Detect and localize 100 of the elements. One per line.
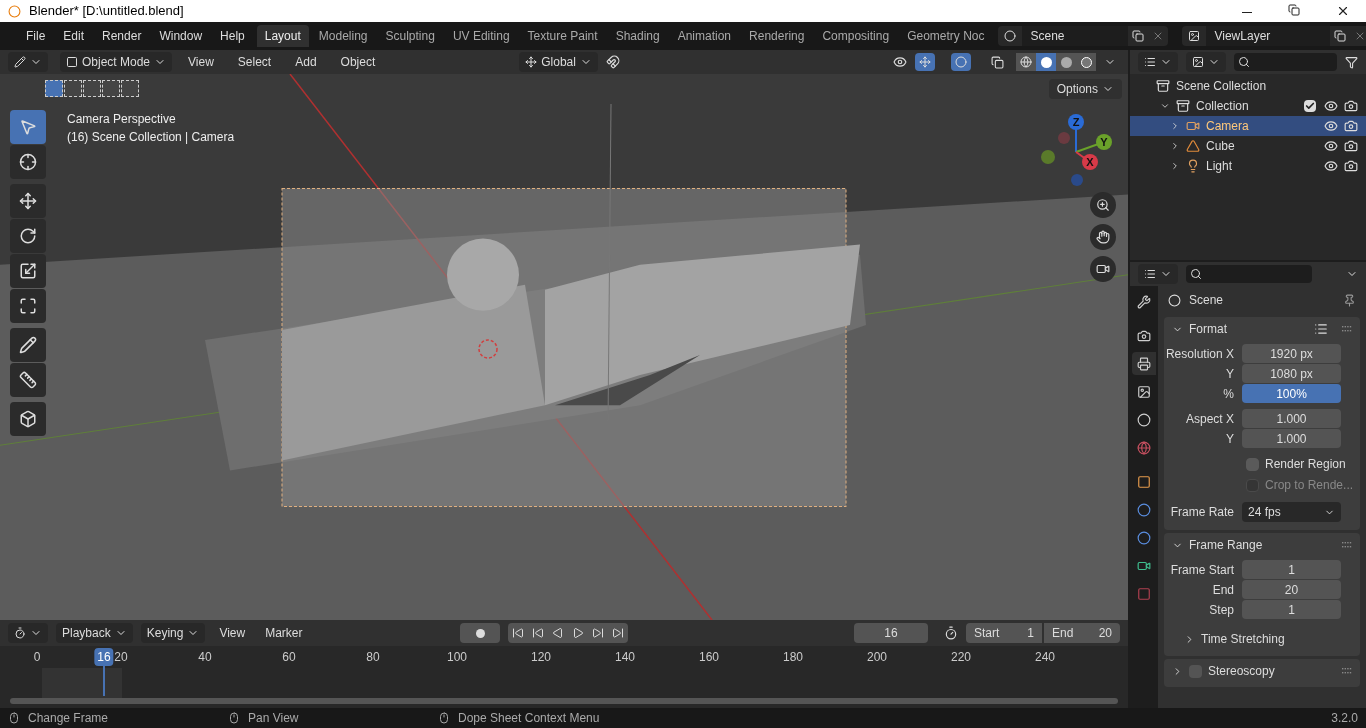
- menu-item[interactable]: Marker: [259, 624, 309, 642]
- jump-start-icon[interactable]: [512, 627, 524, 639]
- editor-type-dropdown[interactable]: [1138, 264, 1178, 284]
- outliner-row[interactable]: Camera: [1130, 116, 1366, 136]
- menu-item[interactable]: Edit: [55, 27, 93, 45]
- current-frame-field[interactable]: 16: [854, 623, 928, 643]
- record-button[interactable]: [460, 623, 500, 643]
- menu-item[interactable]: Window: [151, 27, 211, 45]
- pin-icon[interactable]: [1343, 293, 1356, 307]
- number-field[interactable]: 1.000: [1242, 429, 1341, 448]
- restore-icon[interactable]: [1288, 4, 1300, 16]
- workspace-tab[interactable]: UV Editing: [444, 25, 518, 47]
- end-frame-field[interactable]: End 20: [1044, 623, 1120, 643]
- workspace-tab[interactable]: Modeling: [310, 25, 376, 47]
- panel-title[interactable]: Stereoscopy: [1208, 662, 1275, 680]
- menu-item[interactable]: Help: [212, 27, 253, 45]
- viewport[interactable]: Options Camera Perspective (16) Scene Collection | Camera Z Y X: [0, 74, 1128, 620]
- number-field[interactable]: 1: [1242, 600, 1341, 619]
- camera-icon[interactable]: [1344, 119, 1358, 133]
- filter-dropdown[interactable]: [1186, 52, 1226, 72]
- workspace-tab[interactable]: Geometry Noc: [899, 25, 993, 47]
- camera-icon[interactable]: [1344, 159, 1358, 173]
- filter-icon[interactable]: [1345, 55, 1358, 69]
- menu-item[interactable]: Render: [94, 27, 150, 45]
- menu-item[interactable]: Select: [229, 53, 280, 71]
- drag-handle-icon[interactable]: [1342, 326, 1352, 332]
- duplicate-icon[interactable]: [1334, 30, 1347, 42]
- duplicate-icon[interactable]: [1132, 30, 1145, 42]
- workspace-tab[interactable]: Rendering: [741, 25, 813, 47]
- magnet-icon[interactable]: [605, 55, 620, 69]
- options-dropdown[interactable]: Options: [1048, 79, 1122, 99]
- menu-item[interactable]: File: [18, 27, 54, 45]
- checkbox[interactable]: [1246, 457, 1259, 471]
- shading-button[interactable]: [1076, 53, 1096, 71]
- select-mode-button[interactable]: [102, 80, 120, 97]
- outliner-row[interactable]: Scene Collection: [1130, 76, 1366, 96]
- menu-item[interactable]: Object: [332, 53, 384, 71]
- workspace-tab[interactable]: Texture Paint: [519, 25, 606, 47]
- outliner-row[interactable]: Cube: [1130, 136, 1366, 156]
- panel-title[interactable]: Frame Range: [1189, 536, 1263, 554]
- shading-button[interactable]: [1036, 53, 1056, 71]
- number-field[interactable]: 100%: [1242, 384, 1341, 403]
- number-field[interactable]: 1: [1242, 560, 1341, 579]
- number-field[interactable]: 20: [1242, 580, 1341, 599]
- camera-icon[interactable]: [1344, 99, 1358, 113]
- number-field[interactable]: 1.000: [1242, 409, 1341, 428]
- workspace-tab[interactable]: Sculpting: [377, 25, 443, 47]
- panel-title[interactable]: Format: [1189, 320, 1227, 338]
- play-icon[interactable]: [572, 627, 584, 639]
- menu-item[interactable]: View: [213, 624, 252, 642]
- eye-icon[interactable]: [893, 55, 907, 69]
- menu-item[interactable]: View: [180, 53, 222, 71]
- start-frame-field[interactable]: Start 1: [966, 623, 1042, 643]
- select-mode-button[interactable]: [45, 80, 63, 97]
- shading-button[interactable]: [1056, 53, 1076, 71]
- tool-button[interactable]: [10, 145, 46, 179]
- number-field[interactable]: 1920 px: [1242, 344, 1341, 363]
- search-field[interactable]: [1234, 53, 1337, 71]
- play-reverse-icon[interactable]: [552, 627, 564, 639]
- stopwatch-icon[interactable]: [944, 626, 958, 640]
- drag-handle-icon[interactable]: [1342, 542, 1352, 548]
- menu-dropdown[interactable]: Playback: [56, 623, 133, 643]
- menu-item[interactable]: Add: [287, 53, 325, 71]
- shading-button[interactable]: [1016, 53, 1036, 71]
- close-icon[interactable]: [1336, 4, 1350, 18]
- overlay-toggle[interactable]: [951, 53, 971, 71]
- mode-dropdown[interactable]: Object Mode: [60, 52, 173, 72]
- scrollbar[interactable]: [10, 698, 1118, 704]
- select-mode-button[interactable]: [121, 80, 139, 97]
- workspace-tab[interactable]: Compositing: [814, 25, 898, 47]
- next-key-icon[interactable]: [592, 627, 604, 639]
- tool-button[interactable]: [10, 363, 46, 397]
- outliner-row[interactable]: Collection: [1130, 96, 1366, 116]
- view-layer-selector[interactable]: ViewLayer: [1182, 26, 1366, 46]
- gizmo-toggle[interactable]: [915, 53, 935, 71]
- number-field[interactable]: 1080 px: [1242, 364, 1341, 383]
- camera-icon[interactable]: [1344, 139, 1358, 153]
- menu-dropdown[interactable]: Keying: [140, 623, 206, 643]
- checkbox[interactable]: [1304, 100, 1316, 112]
- workspace-tab[interactable]: Shading: [607, 25, 668, 47]
- workspace-tab[interactable]: Layout: [256, 25, 309, 47]
- editor-type-dropdown[interactable]: [8, 623, 48, 643]
- properties-tab[interactable]: [1132, 352, 1156, 375]
- scene-selector[interactable]: Scene: [998, 26, 1169, 46]
- search-field[interactable]: [1186, 265, 1312, 283]
- axis-gizmo[interactable]: [1041, 114, 1112, 186]
- tool-button[interactable]: [10, 289, 46, 323]
- workspace-tab[interactable]: Animation: [669, 25, 740, 47]
- tool-button[interactable]: [10, 254, 46, 288]
- select-mode-button[interactable]: [83, 80, 101, 97]
- eye-icon[interactable]: [1324, 139, 1338, 153]
- display-mode-dropdown[interactable]: [1138, 52, 1178, 72]
- orientation-dropdown[interactable]: Global: [519, 52, 598, 72]
- playhead[interactable]: 16: [94, 648, 114, 666]
- editor-type-dropdown[interactable]: [8, 52, 48, 72]
- previous-key-icon[interactable]: [532, 627, 544, 639]
- eye-icon[interactable]: [1324, 99, 1338, 113]
- select-mode-button[interactable]: [64, 80, 82, 97]
- xray-icon[interactable]: [991, 55, 1004, 69]
- subpanel-title[interactable]: Time Stretching: [1201, 630, 1285, 648]
